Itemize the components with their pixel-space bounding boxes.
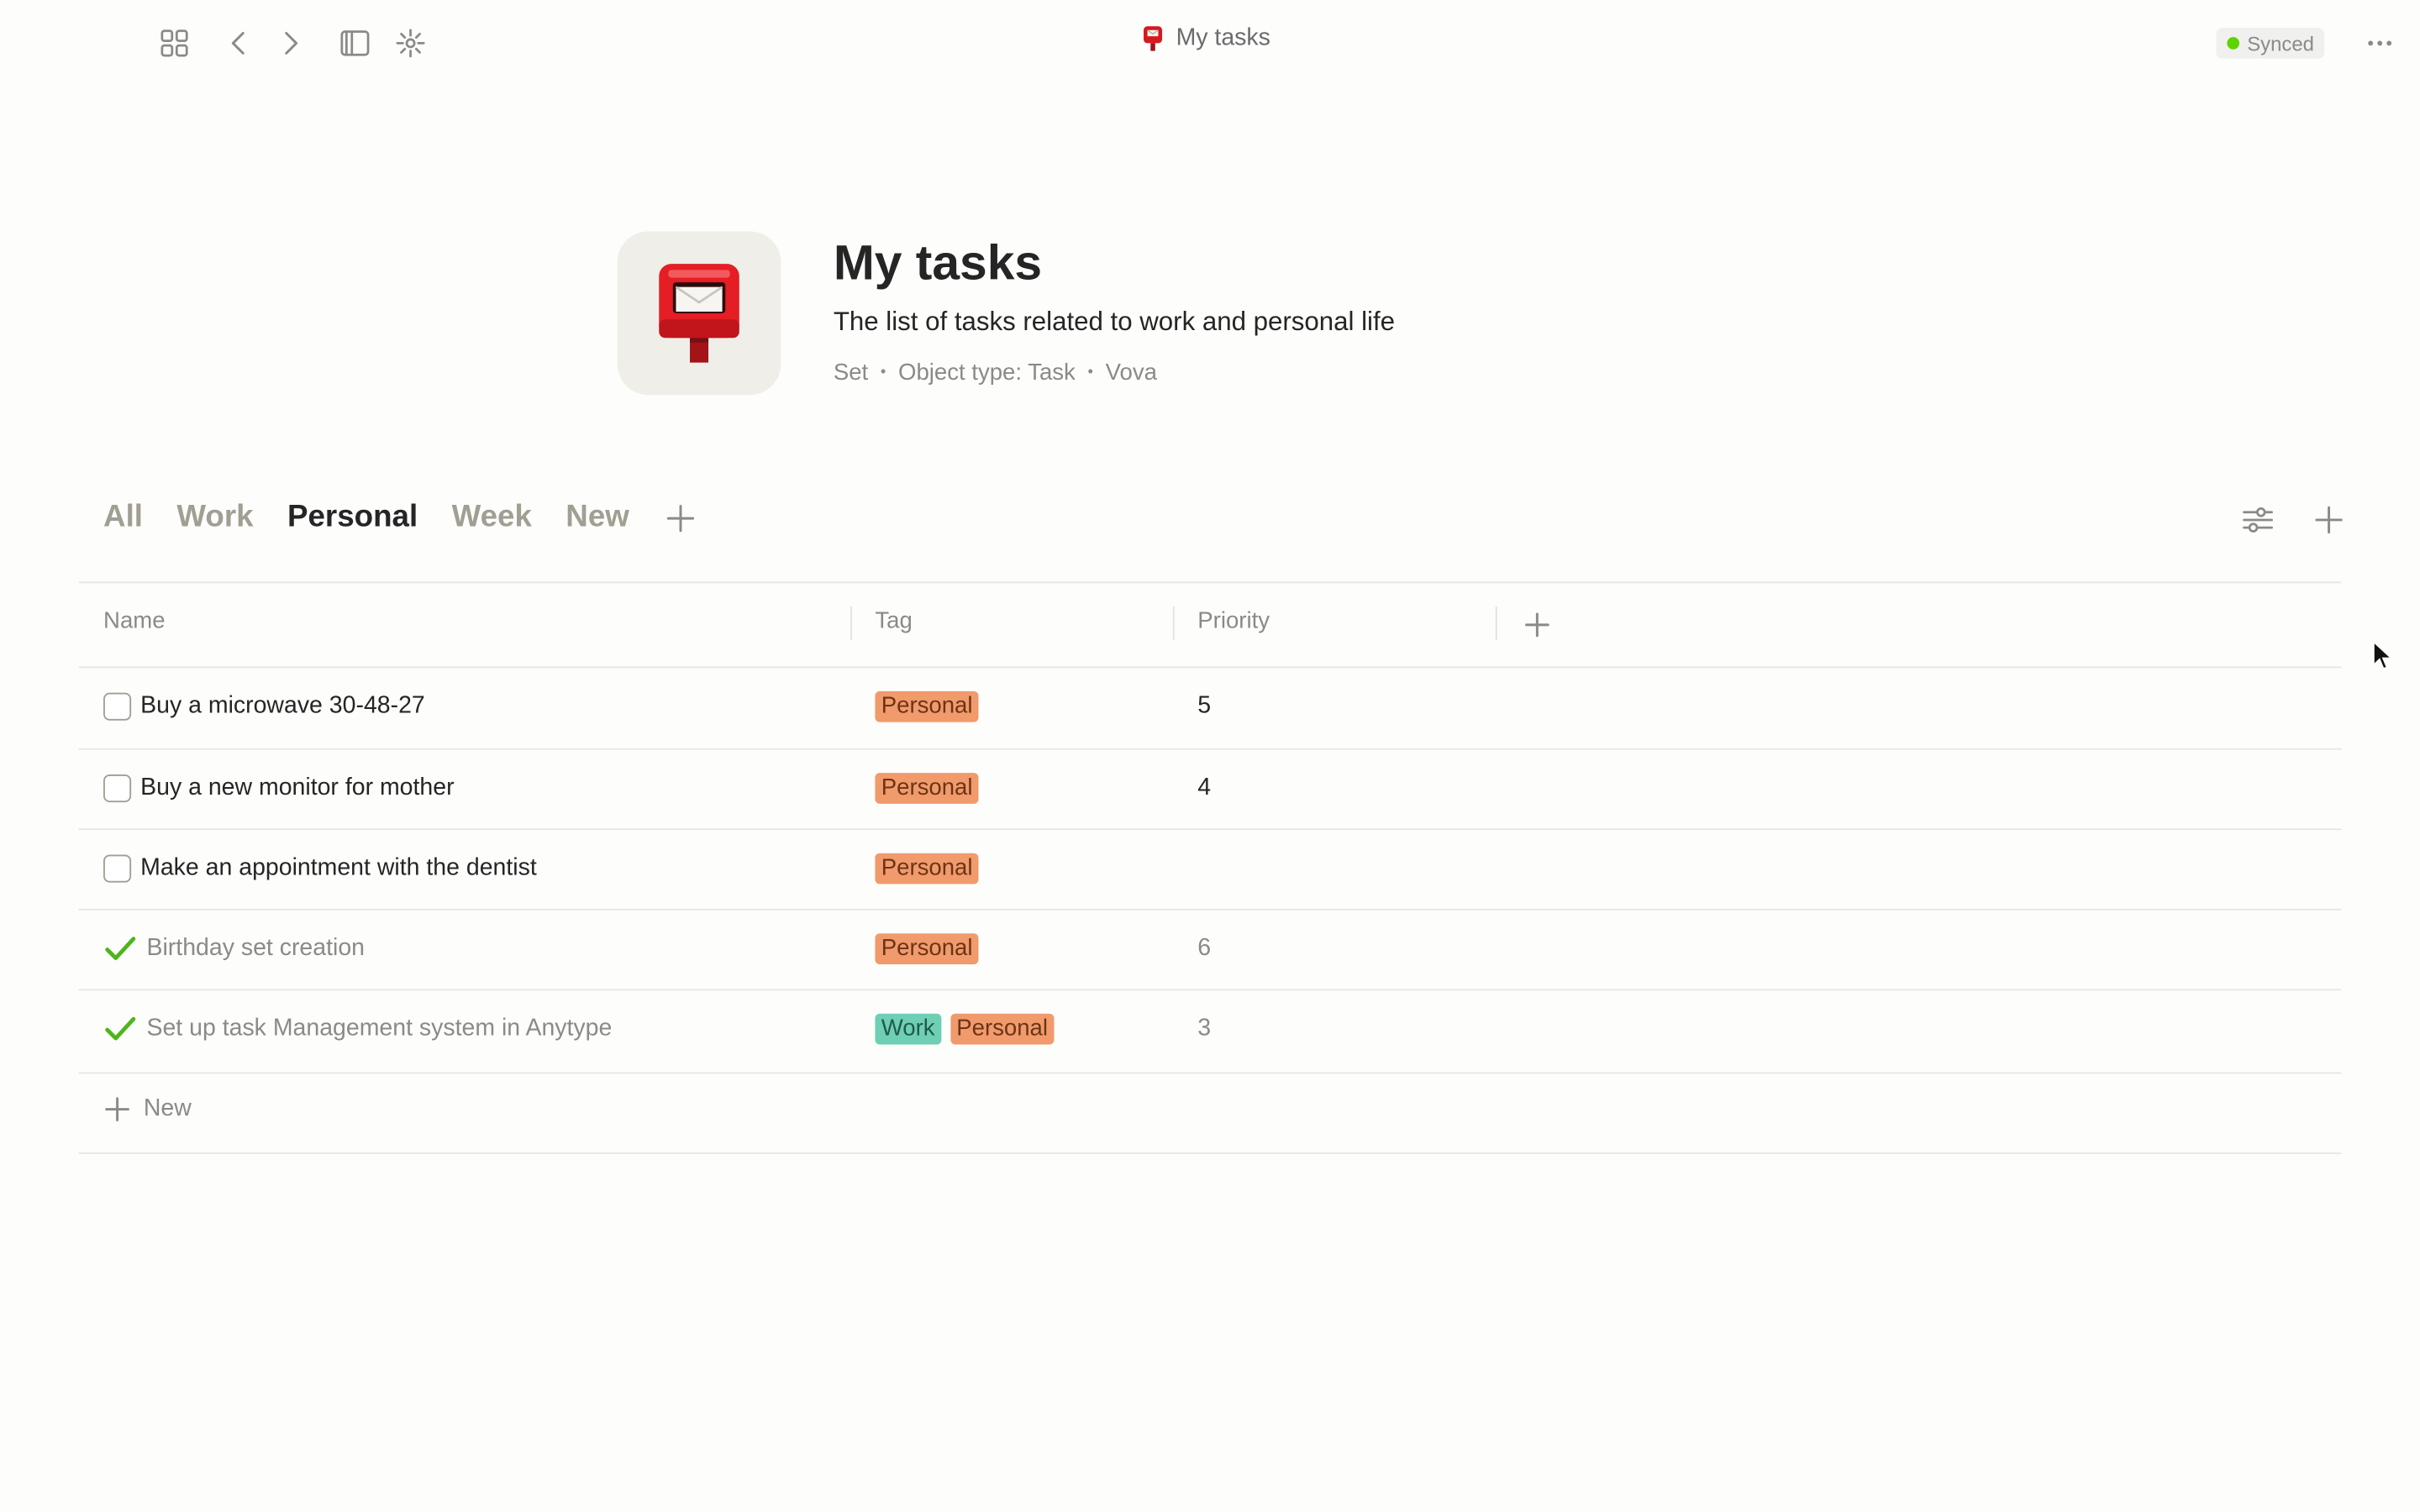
cell-priority[interactable]: 4 xyxy=(1197,748,1211,829)
meta-object-type[interactable]: Object type: Task xyxy=(898,360,1076,386)
view-tabs: All Work Personal Week New xyxy=(103,500,697,535)
cell-priority[interactable]: 5 xyxy=(1197,666,1211,747)
tag-work: Work xyxy=(875,1013,941,1045)
cell-name[interactable]: Buy a new monitor for mother xyxy=(103,748,455,829)
column-resize-handle[interactable] xyxy=(1495,606,1497,641)
task-name[interactable]: Buy a new monitor for mother xyxy=(140,774,454,802)
object-icon[interactable] xyxy=(617,231,781,396)
checkmark-icon[interactable] xyxy=(103,1014,137,1045)
cell-priority[interactable]: 6 xyxy=(1197,909,1211,990)
bullet-separator: • xyxy=(1087,364,1093,381)
column-resize-handle[interactable] xyxy=(1172,606,1175,641)
top-bar: My tasks Synced xyxy=(0,0,2420,87)
tag-personal: Personal xyxy=(875,853,979,885)
add-object-icon[interactable] xyxy=(2309,500,2349,540)
sync-status[interactable]: Synced xyxy=(2216,28,2325,59)
column-header-name[interactable]: Name xyxy=(103,608,165,634)
page: My tasks Synced My tasks The list of tas… xyxy=(0,0,2420,1512)
table-top-divider xyxy=(78,581,2342,584)
plus-icon xyxy=(105,1097,129,1121)
cell-name[interactable]: Set up task Management system in Anytype xyxy=(103,989,612,1069)
cell-tag[interactable]: Personal xyxy=(875,666,979,747)
task-name[interactable]: Make an appointment with the dentist xyxy=(140,855,537,883)
cell-priority[interactable]: 3 xyxy=(1197,989,1211,1069)
cell-tag[interactable]: Work Personal xyxy=(875,989,1055,1069)
cell-name[interactable]: Make an appointment with the dentist xyxy=(103,828,537,909)
sync-label: Synced xyxy=(2247,31,2314,55)
tab-personal[interactable]: Personal xyxy=(287,500,418,535)
tab-week[interactable]: Week xyxy=(452,500,532,535)
grid-icon[interactable] xyxy=(153,22,196,65)
postbox-icon xyxy=(1143,26,1163,51)
tag-personal: Personal xyxy=(875,933,979,964)
meta-layout: Set xyxy=(833,359,869,386)
meta-author[interactable]: Vova xyxy=(1106,360,1157,386)
table-row[interactable]: Buy a microwave 30-48-27 Personal 5 xyxy=(79,666,2342,747)
forward-icon[interactable] xyxy=(269,22,312,65)
page-description[interactable]: The list of tasks related to work and pe… xyxy=(834,307,1395,339)
object-meta: Set • Object type: Task • Vova xyxy=(834,360,1157,386)
new-row-label: New xyxy=(143,1095,192,1122)
add-new-row-button[interactable]: New xyxy=(103,1095,192,1123)
mouse-cursor-icon xyxy=(2372,639,2394,679)
table-row[interactable]: Buy a new monitor for mother Personal 4 xyxy=(79,748,2342,829)
checkmark-icon[interactable] xyxy=(103,933,137,964)
cell-tag[interactable]: Personal xyxy=(875,828,979,909)
graph-icon[interactable] xyxy=(389,22,432,65)
column-resize-handle[interactable] xyxy=(850,606,852,641)
tag-personal: Personal xyxy=(950,1013,1055,1045)
column-header-tag[interactable]: Tag xyxy=(875,608,912,634)
table-bottom-divider xyxy=(78,1152,2342,1154)
tab-all[interactable]: All xyxy=(103,500,143,535)
cell-tag[interactable]: Personal xyxy=(875,909,979,990)
table-row[interactable]: Birthday set creation Personal 6 xyxy=(79,909,2342,990)
add-view-icon[interactable] xyxy=(663,501,697,534)
add-column-icon[interactable] xyxy=(1520,608,1554,642)
task-name[interactable]: Set up task Management system in Anytype xyxy=(146,1016,612,1043)
view-controls xyxy=(2238,500,2349,540)
sidebar-icon[interactable] xyxy=(334,22,376,65)
tag-personal: Personal xyxy=(875,773,979,804)
bullet-separator: • xyxy=(880,364,886,381)
back-icon[interactable] xyxy=(218,22,260,65)
tab-work[interactable]: Work xyxy=(176,500,253,535)
column-header-priority[interactable]: Priority xyxy=(1197,608,1270,634)
breadcrumb-title: My tasks xyxy=(1176,24,1270,51)
tab-new[interactable]: New xyxy=(566,500,629,535)
task-name[interactable]: Birthday set creation xyxy=(146,935,365,963)
page-title[interactable]: My tasks xyxy=(834,234,1042,291)
tag-personal: Personal xyxy=(875,690,979,722)
task-checkbox[interactable] xyxy=(103,774,132,803)
row-divider xyxy=(78,1072,2342,1074)
settings-sliders-icon[interactable] xyxy=(2238,500,2278,540)
task-name[interactable]: Buy a microwave 30-48-27 xyxy=(140,693,425,721)
more-icon[interactable] xyxy=(2358,22,2401,65)
task-checkbox[interactable] xyxy=(103,854,132,883)
cell-name[interactable]: Birthday set creation xyxy=(103,909,365,990)
breadcrumb[interactable]: My tasks xyxy=(1139,24,1270,52)
table-row[interactable]: Make an appointment with the dentist Per… xyxy=(79,828,2342,909)
table-row[interactable]: Set up task Management system in Anytype… xyxy=(79,989,2342,1069)
postbox-icon xyxy=(659,264,739,363)
cell-tag[interactable]: Personal xyxy=(875,748,979,829)
task-checkbox[interactable] xyxy=(103,692,132,721)
cell-name[interactable]: Buy a microwave 30-48-27 xyxy=(103,666,425,747)
status-dot-icon xyxy=(2227,37,2240,50)
